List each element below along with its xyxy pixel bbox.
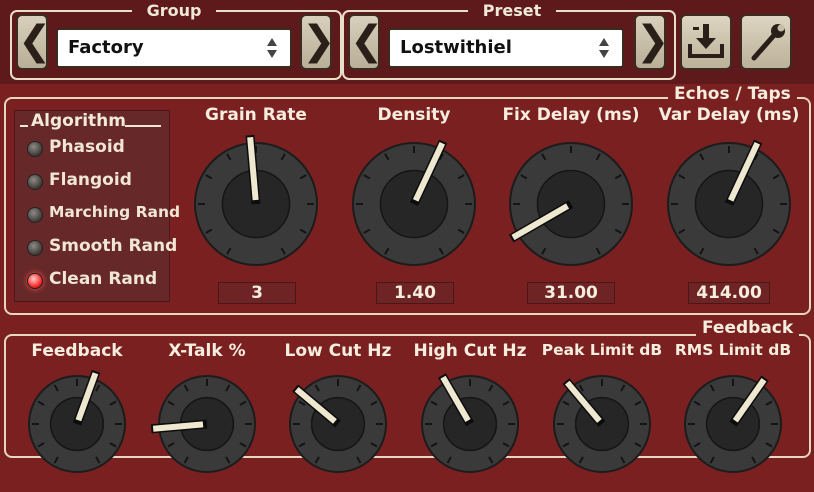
knob-label: Density [377,105,451,125]
knob-value-readout[interactable]: 31.00 [527,282,615,304]
algorithm-option-label: Clean Rand [49,269,158,289]
settings-button[interactable] [740,14,792,70]
save-preset-button[interactable] [680,14,732,70]
download-icon [688,24,724,58]
algorithm-option-label: Phasoid [49,137,125,157]
rotary-knob[interactable] [534,356,670,492]
chevron-right-icon: ❯ [302,18,336,64]
rotary-knob[interactable] [490,123,652,285]
knob-value-readout[interactable]: 414.00 [688,282,770,304]
preset-next-button[interactable]: ❯ [634,14,670,70]
rotary-knob[interactable] [333,123,495,285]
algorithm-group: Algorithm Phasoid Flangoid Marching Rand Sm… [14,110,180,302]
preset-legend: Preset [468,2,556,20]
radio-led-icon [27,273,43,289]
knob-label: Var Delay (ms) [658,105,800,125]
algorithm-option-label: Smooth Rand [49,236,178,256]
chevron-right-icon: ❯ [636,18,670,64]
knob-label: Grain Rate [205,105,307,125]
rotary-knob[interactable] [175,123,337,285]
preset-select[interactable]: Lostwithiel [388,28,624,68]
algorithm-option-label: Flangoid [49,170,132,190]
group-legend: Group [132,2,216,20]
group-select[interactable]: Factory [56,28,292,68]
echos-legend: Echos / Taps [668,85,797,103]
knob-label: Fix Delay (ms) [502,105,640,125]
rotary-knob[interactable] [665,356,801,492]
rotary-knob[interactable] [402,356,538,492]
chevron-left-icon: ❮ [350,18,384,64]
rotary-knob[interactable] [270,356,406,492]
preset-select-value: Lostwithiel [400,37,512,58]
group-select-value: Factory [68,37,144,58]
radio-led-icon [27,207,43,223]
radio-led-icon [27,240,43,256]
radio-led-icon [27,174,43,190]
preset-prev-button[interactable]: ❮ [348,14,384,70]
rotary-knob[interactable] [648,123,810,285]
algorithm-option-label: Marching Rand [49,203,181,221]
knob-value-readout[interactable]: 3 [218,282,296,304]
feedback-legend: Feedback [696,319,800,337]
wrench-icon [751,24,785,61]
group-prev-button[interactable]: ❮ [16,14,52,70]
knob-value-readout[interactable]: 1.40 [376,282,454,304]
algorithm-title: Algorithm [31,111,126,131]
group-next-button[interactable]: ❯ [300,14,336,70]
radio-led-icon [27,141,43,157]
rotary-knob[interactable] [139,356,275,492]
sort-arrows-icon [599,38,609,58]
chevron-left-icon: ❮ [18,18,52,64]
sort-arrows-icon [267,38,277,58]
rotary-knob[interactable] [9,356,145,492]
